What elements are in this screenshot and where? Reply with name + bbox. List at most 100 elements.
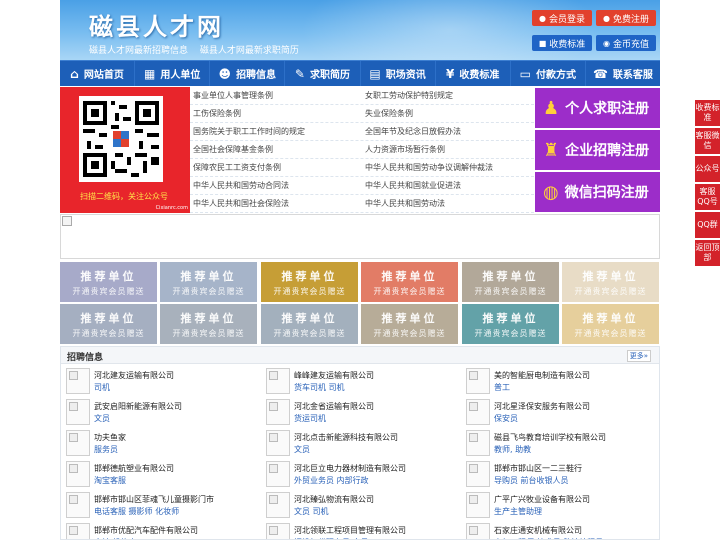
regulation-link[interactable]: 女职工劳动保护特别规定	[362, 90, 534, 101]
site-logo-title[interactable]: 磁县人才网	[89, 7, 224, 42]
job-item[interactable]: 河北建友运输有限公司 司机	[61, 367, 261, 398]
company-link[interactable]: 邯郸市邯山区一二三鞋行	[494, 463, 582, 474]
side-qq-group[interactable]: QQ群	[695, 212, 720, 238]
side-fee-standard[interactable]: 收费标准	[695, 100, 720, 126]
job-item[interactable]: 邯郸德航塑业有限公司 淘宝客服	[61, 460, 261, 491]
company-link[interactable]: 峰峰建友运输有限公司	[294, 370, 374, 381]
job-item[interactable]: 美的智能厨电制造有限公司 普工	[461, 367, 659, 398]
recommend-slot[interactable]: 推荐单位 开通贵宾会员赠送	[60, 304, 157, 344]
recommend-slot[interactable]: 推荐单位 开通贵宾会员赠送	[160, 304, 257, 344]
company-logo-icon[interactable]	[466, 430, 490, 456]
company-logo-icon[interactable]	[66, 399, 90, 425]
position-link[interactable]: 生产主管助理	[494, 506, 542, 517]
recommend-slot[interactable]: 推荐单位 开通贵宾会员赠送	[462, 262, 559, 302]
recommend-slot[interactable]: 推荐单位 开通贵宾会员赠送	[562, 262, 659, 302]
company-logo-icon[interactable]	[466, 399, 490, 425]
ad-banner[interactable]	[60, 214, 660, 259]
regulation-link[interactable]: 保障农民工工资支付条例	[190, 162, 362, 173]
company-link[interactable]: 邯郸德航塑业有限公司	[94, 463, 174, 474]
job-item[interactable]: 邯郸市邯山区一二三鞋行 导购员 前台收银人员	[461, 460, 659, 491]
free-register-button[interactable]: ● 免费注册	[596, 10, 656, 26]
position-link[interactable]: 外贸业务员 内部行政	[294, 475, 369, 486]
position-link[interactable]: 保安员	[494, 413, 518, 424]
company-logo-icon[interactable]	[66, 368, 90, 394]
regulation-link[interactable]: 中华人民共和国社会保险法	[190, 198, 362, 209]
company-link[interactable]: 河北领联工程项目管理有限公司	[294, 525, 406, 536]
company-link[interactable]: 河北巨立电力器材制造有限公司	[294, 463, 406, 474]
side-service-wechat[interactable]: 客服微信	[695, 128, 720, 154]
job-item[interactable]: 邯郸市优配汽车配件有限公司会计 机修大工	[61, 522, 261, 539]
recommend-slot[interactable]: 推荐单位 开通贵宾会员赠送	[261, 304, 358, 344]
side-back-to-top[interactable]: 返回顶部	[695, 240, 720, 266]
company-link[interactable]: 功夫鱼家	[94, 432, 126, 443]
regulation-link[interactable]: 国务院关于职工工作时间的规定	[190, 126, 362, 137]
position-link[interactable]: 电话客服 摄影师 化妆师	[94, 506, 179, 517]
nav-payment[interactable]: ▭ 付款方式	[511, 61, 586, 86]
company-link[interactable]: 河北臻弘物流有限公司	[294, 494, 374, 505]
job-item[interactable]: 河北巨立电力器材制造有限公司 外贸业务员 内部行政	[261, 460, 461, 491]
job-item[interactable]: 邯郸市邯山区菲魂飞儿童摄影门市 电话客服 摄影师 化妆师	[61, 491, 261, 522]
position-link[interactable]: 教师, 助教	[494, 444, 531, 455]
company-link[interactable]: 邯郸市邯山区菲魂飞儿童摄影门市	[94, 494, 214, 505]
company-logo-icon[interactable]	[66, 523, 90, 539]
job-item[interactable]: 磁县飞鸟教育培训学校有限公司 教师, 助教	[461, 429, 659, 460]
recommend-slot[interactable]: 推荐单位 开通贵宾会员赠送	[261, 262, 358, 302]
job-item[interactable]: 武安启阳新能源有限公司 文员	[61, 398, 261, 429]
company-link[interactable]: 邯郸市优配汽车配件有限公司	[94, 525, 198, 536]
position-link[interactable]: 货车司机 司机	[294, 382, 345, 393]
position-link[interactable]: 导购员 前台收银人员	[494, 475, 569, 486]
company-link[interactable]: 河北点击新能源科技有限公司	[294, 432, 398, 443]
position-link[interactable]: 服务员	[94, 444, 118, 455]
personal-register-button[interactable]: ♟ 个人求职注册	[535, 88, 660, 128]
nav-news[interactable]: ▤ 职场资讯	[361, 61, 436, 86]
latest-resumes-link[interactable]: 磁县人才网最新求职简历	[200, 46, 299, 56]
regulation-link[interactable]: 全国年节及纪念日放假办法	[362, 126, 534, 137]
position-link[interactable]: 司机	[94, 382, 110, 393]
company-link[interactable]: 美的智能厨电制造有限公司	[494, 370, 590, 381]
nav-fees[interactable]: ¥ 收费标准	[436, 61, 511, 86]
regulation-link[interactable]: 中华人民共和国劳动合同法	[190, 180, 362, 191]
job-item[interactable]: 河北臻弘物流有限公司 文员 司机	[261, 491, 461, 522]
company-logo-icon[interactable]	[266, 399, 290, 425]
job-item[interactable]: 广平广兴牧业设备有限公司 生产主管助理	[461, 491, 659, 522]
regulation-link[interactable]: 中华人民共和国劳动法	[362, 198, 534, 209]
company-logo-icon[interactable]	[66, 492, 90, 518]
job-item[interactable]: 河北星泽保安服务有限公司 保安员	[461, 398, 659, 429]
job-item[interactable]: 河北领联工程项目管理有限公司招投标代理专员 文员	[261, 522, 461, 539]
position-link[interactable]: 文员	[294, 444, 310, 455]
nav-home[interactable]: ⌂ 网站首页	[60, 61, 136, 86]
company-logo-icon[interactable]	[66, 430, 90, 456]
company-link[interactable]: 河北建友运输有限公司	[94, 370, 174, 381]
position-link[interactable]: 普工	[494, 382, 510, 393]
recommend-slot[interactable]: 推荐单位 开通贵宾会员赠送	[361, 262, 458, 302]
fee-standard-button[interactable]: ■ 收费标准	[532, 35, 592, 51]
company-link[interactable]: 广平广兴牧业设备有限公司	[494, 494, 590, 505]
regulation-link[interactable]: 中华人民共和国就业促进法	[362, 180, 534, 191]
recommend-slot[interactable]: 推荐单位 开通贵宾会员赠送	[462, 304, 559, 344]
enterprise-register-button[interactable]: ♜ 企业招聘注册	[535, 130, 660, 170]
recommend-slot[interactable]: 推荐单位 开通贵宾会员赠送	[160, 262, 257, 302]
company-logo-icon[interactable]	[466, 461, 490, 487]
gold-recharge-button[interactable]: ◉ 金币充值	[596, 35, 656, 51]
company-logo-icon[interactable]	[466, 492, 490, 518]
company-logo-icon[interactable]	[266, 430, 290, 456]
regulation-link[interactable]: 全国社会保障基金条例	[190, 144, 362, 155]
company-logo-icon[interactable]	[66, 461, 90, 487]
job-item[interactable]: 河北金省运输有限公司 货运司机	[261, 398, 461, 429]
nav-employers[interactable]: ▦ 用人单位	[135, 61, 211, 86]
regulation-link[interactable]: 人力资源市场暂行条例	[362, 144, 534, 155]
company-logo-icon[interactable]	[266, 523, 290, 539]
position-link[interactable]: 淘宝客服	[94, 475, 126, 486]
company-link[interactable]: 武安启阳新能源有限公司	[94, 401, 182, 412]
company-logo-icon[interactable]	[466, 368, 490, 394]
company-logo-icon[interactable]	[266, 492, 290, 518]
regulation-link[interactable]: 事业单位人事管理条例	[190, 90, 362, 101]
company-link[interactable]: 石家庄通安机械有限公司	[494, 525, 582, 536]
nav-resumes[interactable]: ✎ 求职简历	[285, 61, 361, 86]
position-link[interactable]: 货运司机	[294, 413, 326, 424]
position-link[interactable]: 文员 司机	[294, 506, 329, 517]
wechat-register-button[interactable]: ◍ 微信扫码注册	[535, 172, 660, 212]
company-link[interactable]: 河北星泽保安服务有限公司	[494, 401, 590, 412]
side-official-account[interactable]: 公众号	[695, 156, 720, 182]
more-link[interactable]: 更多»	[626, 350, 651, 362]
